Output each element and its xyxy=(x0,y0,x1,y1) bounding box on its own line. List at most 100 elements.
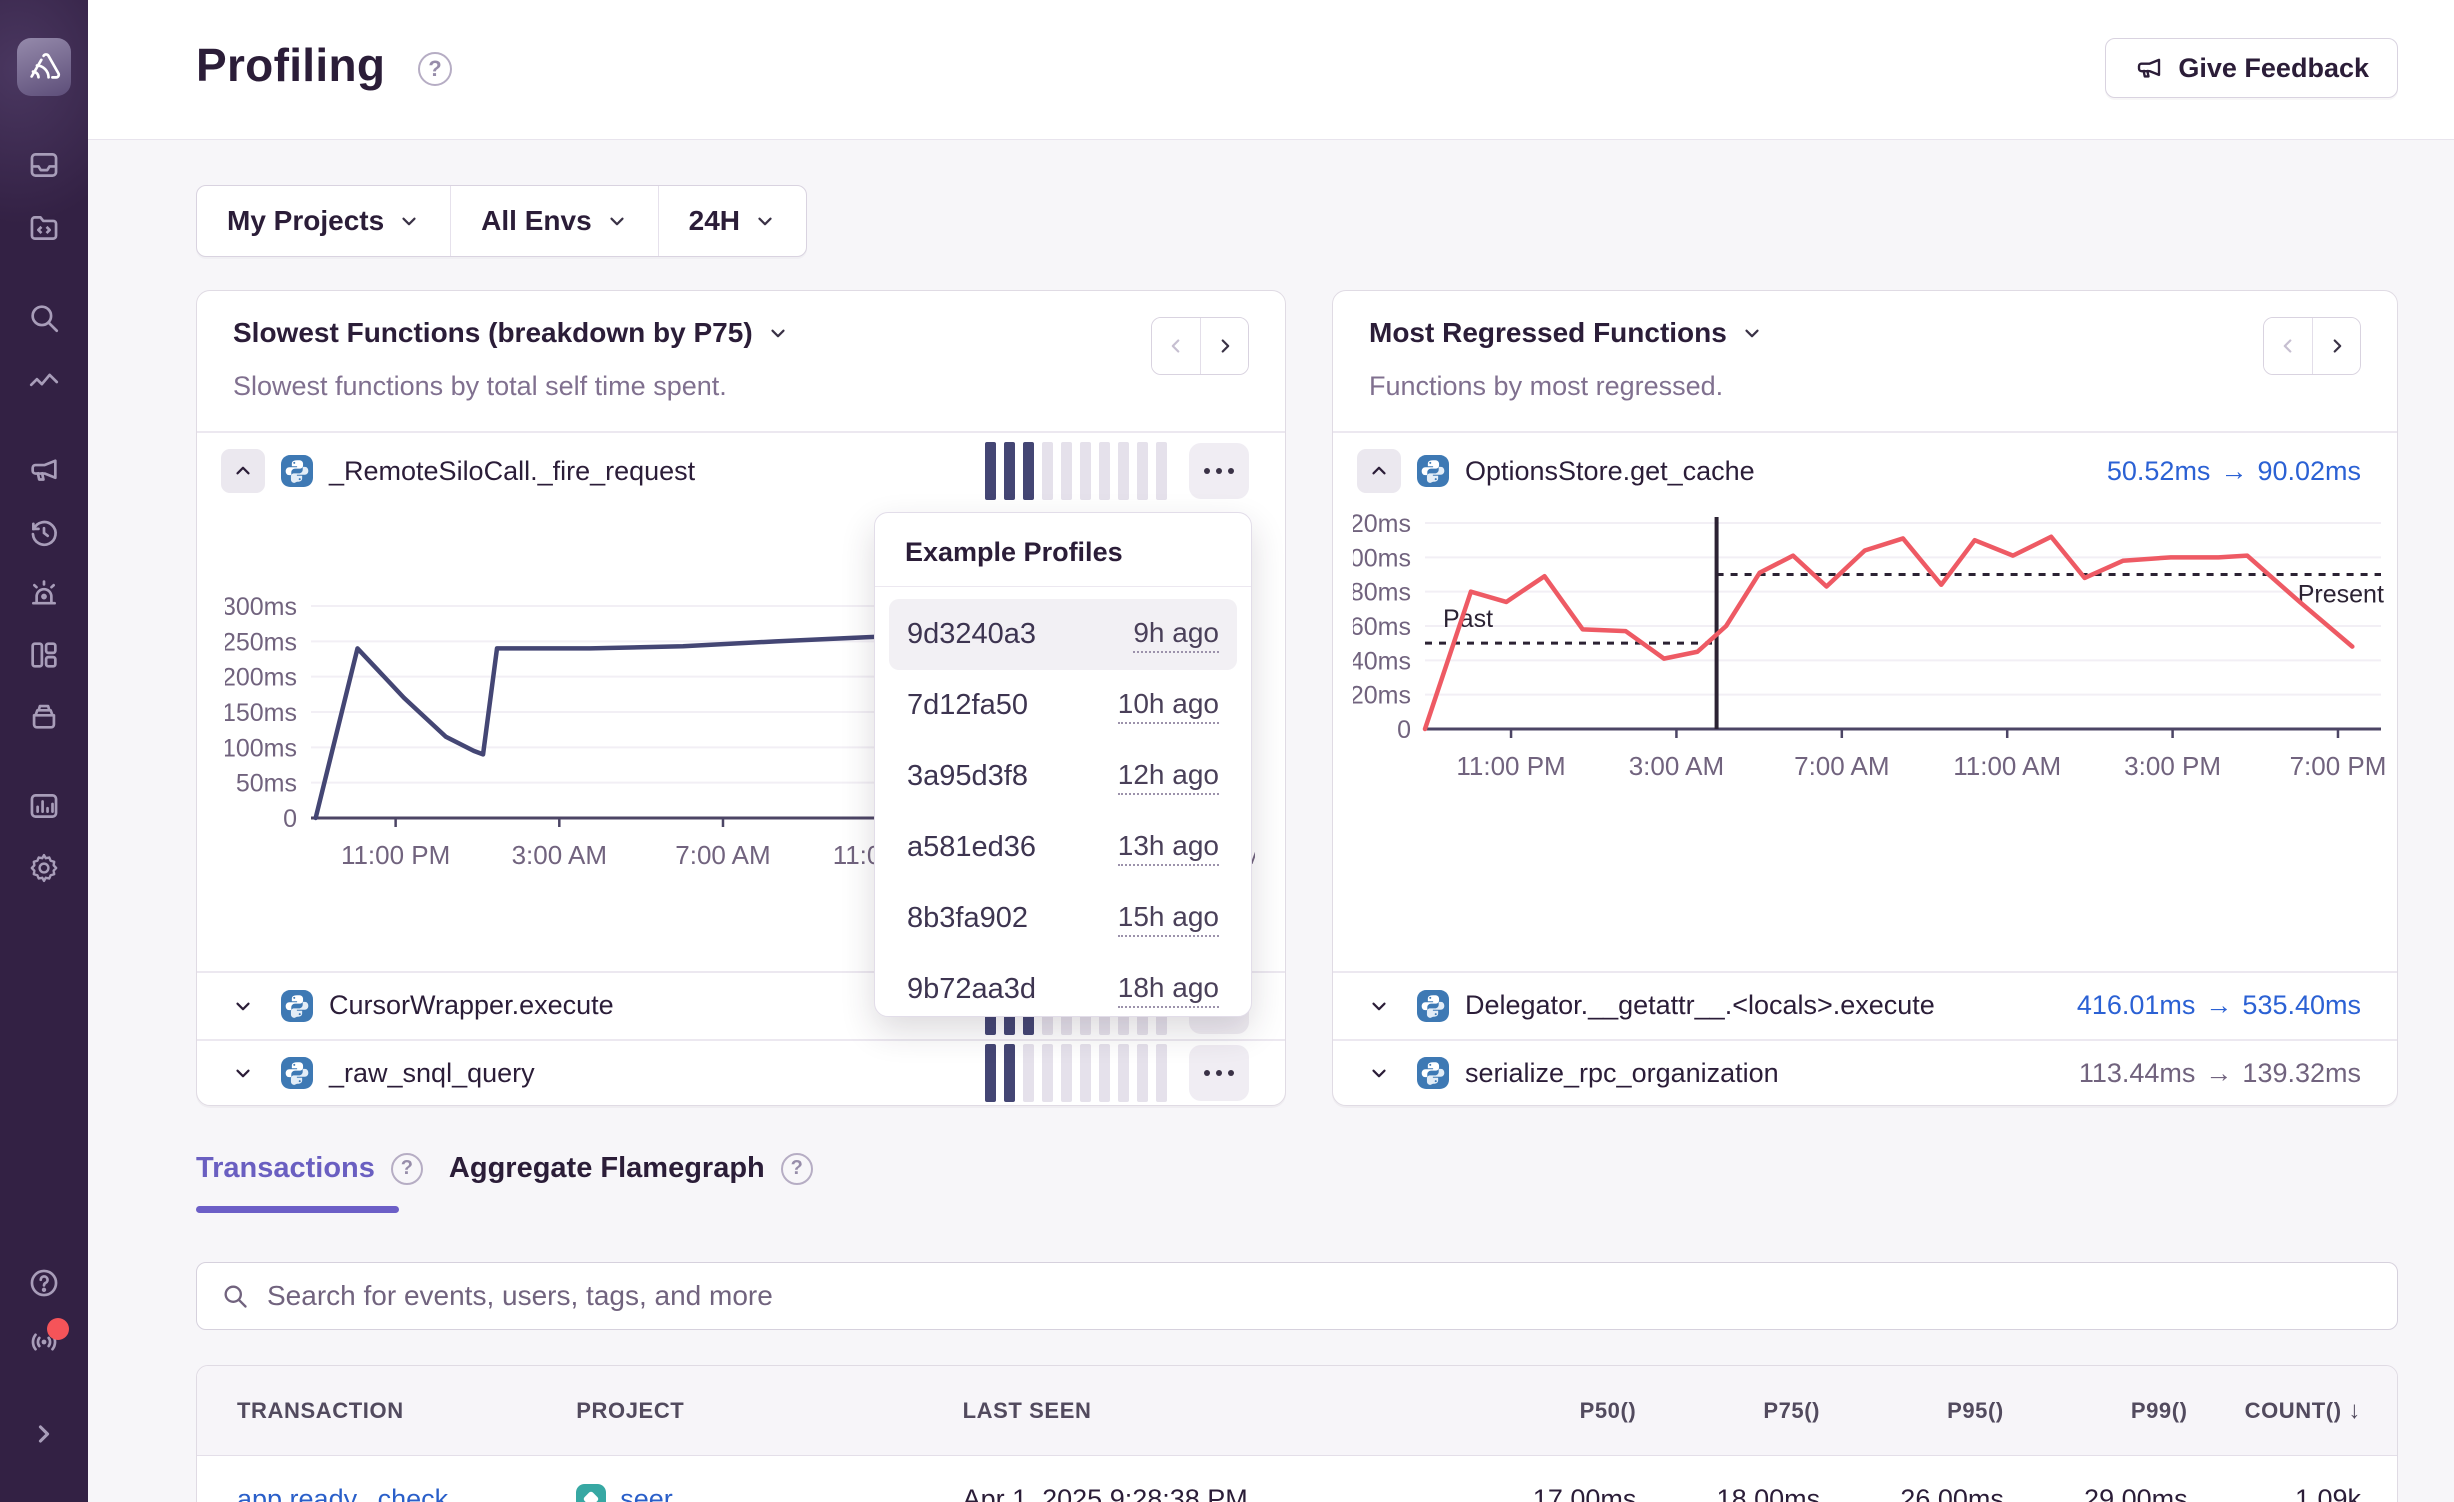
date-range-filter[interactable]: 24H xyxy=(658,186,806,256)
sidebar-item-traces[interactable] xyxy=(0,365,88,399)
transaction-link[interactable]: app.ready._check xyxy=(237,1484,448,1502)
megaphone-icon xyxy=(2134,53,2164,83)
profile-item[interactable]: 9b72aa3d 18h ago xyxy=(889,954,1237,1025)
slowest-functions-title[interactable]: Slowest Functions (breakdown by P75) xyxy=(233,317,789,349)
chevron-left-icon xyxy=(2277,335,2299,357)
python-icon xyxy=(281,1057,313,1089)
sidebar-item-alerts[interactable] xyxy=(0,577,88,611)
sidebar-item-help[interactable] xyxy=(0,1266,88,1300)
sort-desc-icon: ↓ xyxy=(2348,1397,2361,1424)
prev-page-button[interactable] xyxy=(1152,318,1200,374)
search-input[interactable] xyxy=(267,1280,2373,1312)
active-tab-underline xyxy=(196,1206,399,1213)
sidebar-item-releases[interactable] xyxy=(0,699,88,733)
give-feedback-button[interactable]: Give Feedback xyxy=(2105,38,2398,98)
prev-page-button[interactable] xyxy=(2264,318,2312,374)
next-page-button[interactable] xyxy=(2312,318,2360,374)
table-row[interactable]: app.ready._check seer Apr 1, 2025 9:28:3… xyxy=(197,1456,2397,1502)
sidebar-item-feedback[interactable] xyxy=(0,453,88,487)
profile-id[interactable]: a581ed36 xyxy=(907,831,1036,864)
chevron-down-icon xyxy=(232,1062,254,1084)
python-icon xyxy=(281,455,313,487)
profile-item[interactable]: 9d3240a3 9h ago xyxy=(889,599,1237,670)
profile-item[interactable]: 7d12fa50 10h ago xyxy=(889,670,1237,741)
profile-age[interactable]: 15h ago xyxy=(1118,901,1219,937)
arrow-right-icon: → xyxy=(2195,1058,2242,1088)
sidebar-item-explore[interactable] xyxy=(0,211,88,245)
expand-row-button[interactable] xyxy=(1357,1051,1401,1095)
profile-candidates-sparkline[interactable] xyxy=(985,442,1167,500)
profile-id[interactable]: 8b3fa902 xyxy=(907,902,1028,935)
transactions-help-icon[interactable]: ? xyxy=(391,1153,423,1185)
profile-age[interactable]: 18h ago xyxy=(1118,972,1219,1008)
regression-delta[interactable]: 416.01ms→535.40ms xyxy=(2077,990,2361,1021)
chevron-right-icon xyxy=(27,1417,61,1451)
profile-item[interactable]: a581ed36 13h ago xyxy=(889,812,1237,883)
profile-id[interactable]: 3a95d3f8 xyxy=(907,760,1028,793)
profile-id[interactable]: 7d12fa50 xyxy=(907,689,1028,722)
sidebar-item-replays[interactable] xyxy=(0,516,88,550)
function-row-delegator[interactable]: Delegator.__getattr__.<locals>.execute 4… xyxy=(1333,972,2397,1039)
col-p50[interactable]: P50() xyxy=(1453,1398,1637,1424)
project-link[interactable]: seer xyxy=(620,1484,673,1502)
col-count-sorted[interactable]: COUNT() ↓ xyxy=(2188,1397,2397,1425)
collapse-row-button[interactable] xyxy=(1357,449,1401,493)
flamegraph-help-icon[interactable]: ? xyxy=(781,1153,813,1185)
profile-age[interactable]: 9h ago xyxy=(1133,617,1219,653)
example-profiles-list: 9d3240a3 9h ago 7d12fa50 10h ago 3a95d3f8 12h… xyxy=(875,587,1251,1037)
tab-transactions[interactable]: Transactions ? xyxy=(196,1152,423,1185)
col-last-seen[interactable]: LAST SEEN xyxy=(963,1398,1453,1424)
chevron-left-icon xyxy=(1165,335,1187,357)
col-project[interactable]: PROJECT xyxy=(576,1398,962,1424)
sidebar-item-dashboards[interactable] xyxy=(0,638,88,672)
svg-text:7:00 PM: 7:00 PM xyxy=(2290,751,2387,781)
sidebar-collapse[interactable] xyxy=(0,1417,88,1451)
issues-icon xyxy=(27,148,61,182)
expand-row-button[interactable] xyxy=(221,1051,265,1095)
col-p99[interactable]: P99() xyxy=(2004,1398,2188,1424)
col-p75[interactable]: P75() xyxy=(1636,1398,1820,1424)
next-page-button[interactable] xyxy=(1200,318,1248,374)
most-regressed-title[interactable]: Most Regressed Functions xyxy=(1369,317,1763,349)
profile-age[interactable]: 13h ago xyxy=(1118,830,1219,866)
sidebar-item-issues[interactable] xyxy=(0,148,88,182)
row-actions-button[interactable] xyxy=(1189,1045,1249,1101)
svg-text:3:00 AM: 3:00 AM xyxy=(1629,751,1724,781)
function-row-raw-snql-query[interactable]: _raw_snql_query xyxy=(197,1040,1285,1106)
regression-delta[interactable]: 50.52ms→90.02ms xyxy=(2107,456,2361,487)
expand-row-button[interactable] xyxy=(221,984,265,1028)
chevron-up-icon xyxy=(1368,460,1390,482)
sidebar-item-whats-new[interactable] xyxy=(0,1325,88,1359)
slowest-functions-subtitle: Slowest functions by total self time spe… xyxy=(233,371,727,402)
sidebar-item-settings[interactable] xyxy=(0,851,88,885)
function-row-remotesilocall[interactable]: _RemoteSiloCall._fire_request xyxy=(197,431,1285,511)
col-p95[interactable]: P95() xyxy=(1820,1398,2004,1424)
expand-row-button[interactable] xyxy=(1357,984,1401,1028)
project-filter-label: My Projects xyxy=(227,205,384,237)
svg-text:7:00 AM: 7:00 AM xyxy=(1794,751,1889,781)
profile-id[interactable]: 9d3240a3 xyxy=(907,618,1036,651)
function-row-optionsstore[interactable]: OptionsStore.get_cache 50.52ms→90.02ms xyxy=(1333,431,2397,511)
regression-delta[interactable]: 113.44ms→139.32ms xyxy=(2079,1058,2361,1089)
project-filter[interactable]: My Projects xyxy=(197,186,450,256)
profile-item[interactable]: 3a95d3f8 12h ago xyxy=(889,741,1237,812)
page-help-icon[interactable]: ? xyxy=(418,52,452,86)
sidebar-item-stats[interactable] xyxy=(0,789,88,823)
search-bar[interactable] xyxy=(196,1262,2398,1330)
tab-aggregate-flamegraph[interactable]: Aggregate Flamegraph ? xyxy=(449,1152,813,1185)
chevron-right-icon xyxy=(1214,335,1236,357)
sentry-logo[interactable] xyxy=(17,38,71,96)
environment-filter[interactable]: All Envs xyxy=(450,186,657,256)
row-actions-button[interactable] xyxy=(1189,443,1249,499)
profile-item[interactable]: 8b3fa902 15h ago xyxy=(889,883,1237,954)
function-row-serialize-rpc[interactable]: serialize_rpc_organization 113.44ms→139.… xyxy=(1333,1040,2397,1106)
col-transaction[interactable]: TRANSACTION xyxy=(197,1398,576,1424)
give-feedback-label: Give Feedback xyxy=(2178,53,2369,84)
slowest-pager xyxy=(1151,317,1249,375)
profile-id[interactable]: 9b72aa3d xyxy=(907,973,1036,1006)
profile-candidates-sparkline[interactable] xyxy=(985,1044,1167,1102)
profile-age[interactable]: 12h ago xyxy=(1118,759,1219,795)
sidebar-item-search[interactable] xyxy=(0,301,88,335)
profile-age[interactable]: 10h ago xyxy=(1118,688,1219,724)
collapse-row-button[interactable] xyxy=(221,449,265,493)
